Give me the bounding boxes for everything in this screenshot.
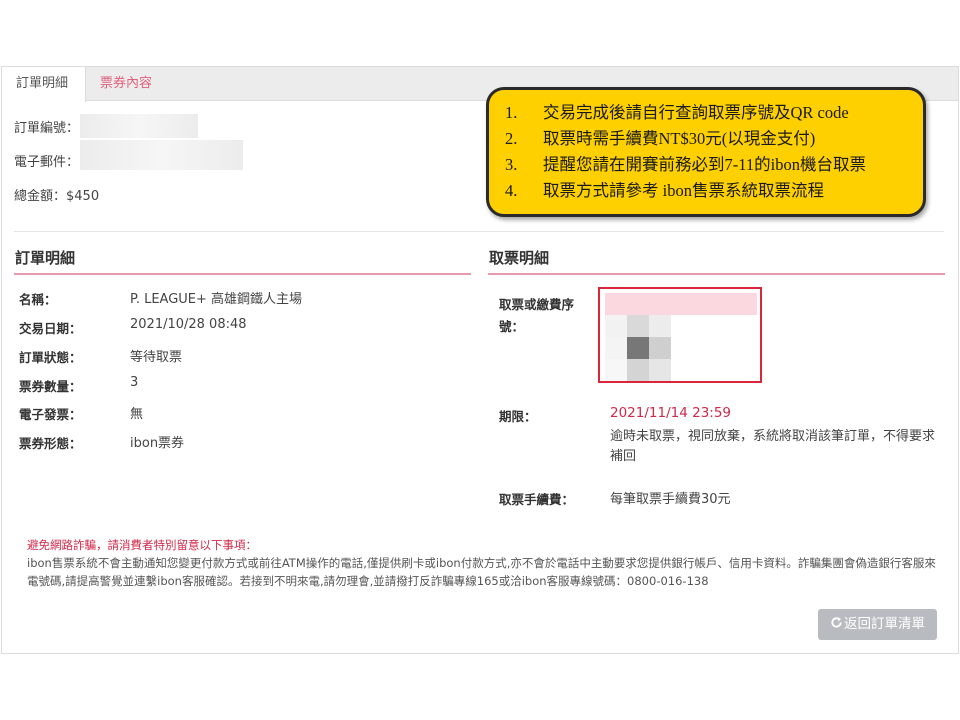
quantity-value: 3 (130, 375, 139, 390)
callout-item: 4. 取票方式請參考 ibon售票系統取票流程 (505, 178, 923, 204)
qr-cell (649, 359, 671, 381)
order-number-label: 訂單編號： (14, 121, 80, 136)
qr-cell (649, 337, 671, 359)
callout-text: 交易完成後請自行查詢取票序號及QR code (543, 103, 849, 122)
invoice-label: 電子發票： (19, 407, 82, 422)
qr-cell (649, 315, 671, 337)
fraud-warning-title: 避免網路詐騙，請消費者特別留意以下事項： (27, 538, 257, 552)
email-redacted (80, 140, 243, 170)
name-label: 名稱： (19, 292, 57, 307)
callout-number: 2. (505, 129, 518, 148)
order-detail-title: 訂單明細 (15, 249, 76, 267)
ticket-type-value: ibon票券 (130, 436, 185, 451)
name-value: P. LEAGUE+ 高雄鋼鐵人主場 (130, 292, 303, 307)
quantity-label: 票券數量： (19, 379, 82, 394)
pickup-detail-underline (488, 273, 945, 275)
callout-number: 4. (505, 181, 518, 200)
callout-item: 2. 取票時需手續費NT$30元(以現金支付) (505, 126, 923, 152)
instruction-callout: 1. 交易完成後請自行查詢取票序號及QR code 2. 取票時需手續費NT$30元… (486, 87, 926, 217)
pickup-fee-label: 取票手續費： (499, 492, 575, 507)
ticket-type-label: 票券形態： (19, 436, 82, 451)
callout-item: 3. 提醒您請在開賽前務必到7-11的ibon機台取票 (505, 152, 923, 178)
status-value: 等待取票 (130, 350, 183, 365)
pickup-fee-value: 每筆取票手續費30元 (610, 492, 731, 507)
date-value: 2021/10/28 08:48 (130, 317, 247, 332)
callout-number: 1. (505, 103, 518, 122)
callout-text: 取票方式請參考 ibon售票系統取票流程 (543, 181, 824, 200)
callout-item: 1. 交易完成後請自行查詢取票序號及QR code (505, 100, 923, 126)
tab-ticket-content[interactable]: 票券內容 (86, 67, 166, 101)
qr-cell (605, 315, 627, 337)
qr-cell (627, 359, 649, 381)
order-number-redacted (80, 114, 198, 138)
order-detail-underline (14, 273, 471, 275)
back-to-order-list-button[interactable]: 返回訂單清單 (818, 609, 937, 640)
pickup-code-label-line1: 取票或繳費序 (499, 297, 575, 312)
qr-cell (627, 315, 649, 337)
deadline-value: 2021/11/14 23:59 (610, 405, 732, 421)
back-button-label: 返回訂單清單 (844, 616, 925, 632)
email-label: 電子郵件： (14, 155, 80, 170)
deadline-label: 期限： (499, 409, 537, 424)
qr-cell (605, 337, 627, 359)
pickup-detail-title: 取票明細 (489, 249, 550, 267)
invoice-value: 無 (130, 407, 144, 422)
qr-cell (627, 337, 649, 359)
total-amount: 總金額：$450 (14, 189, 100, 204)
pickup-code-label-line2: 號： (499, 319, 525, 334)
callout-text: 取票時需手續費NT$30元(以現金支付) (543, 129, 816, 148)
fraud-warning-text: ibon售票系統不會主動通知您變更付款方式或前往ATM操作的電話,僅提供刷卡或i… (27, 556, 936, 588)
deadline-note: 逾時未取票，視同放棄，系統將取消該筆訂單，不得要求補回 (610, 429, 936, 464)
refresh-icon (831, 617, 842, 628)
callout-text: 提醒您請在開賽前務必到7-11的ibon機台取票 (543, 155, 866, 174)
callout-number: 3. (505, 155, 518, 174)
divider (14, 231, 944, 232)
status-label: 訂單狀態： (19, 350, 82, 365)
date-label: 交易日期： (19, 321, 82, 336)
qr-cell (605, 359, 627, 381)
pickup-code-redacted (605, 293, 757, 315)
tab-order-detail[interactable]: 訂單明細 (2, 67, 86, 102)
